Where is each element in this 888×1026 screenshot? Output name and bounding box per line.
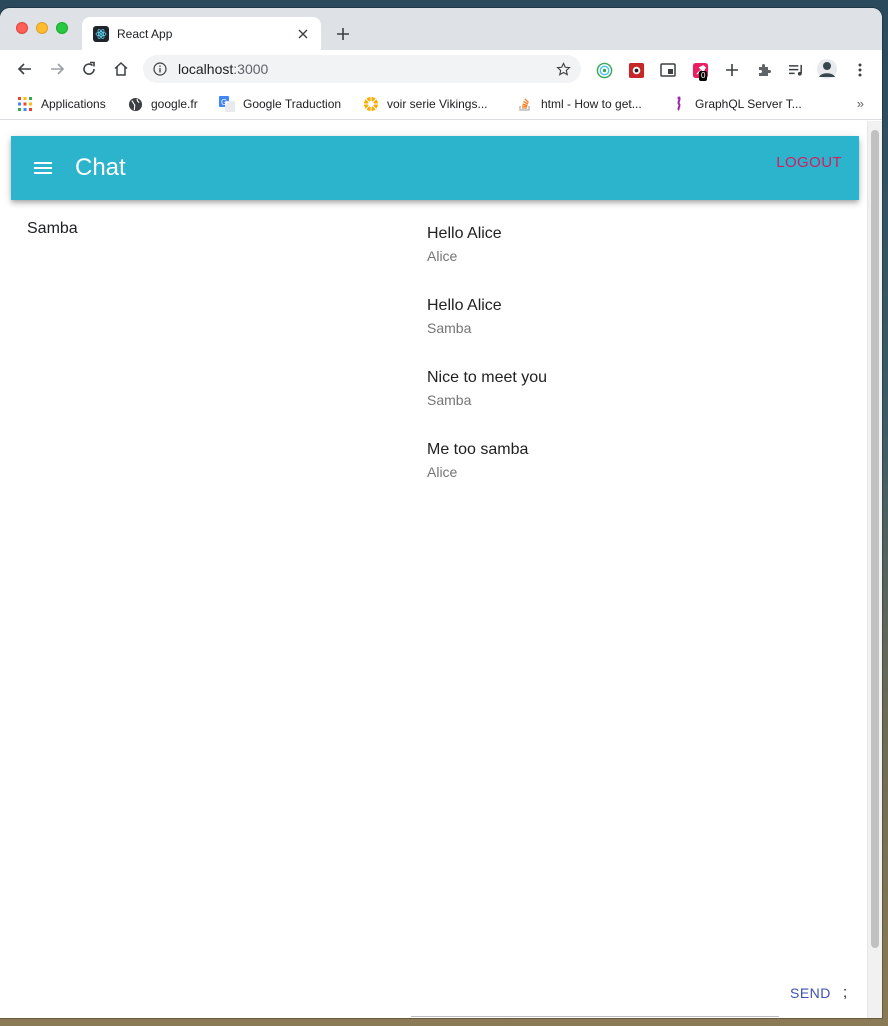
tab-title: React App [117, 26, 173, 41]
wheel-icon [363, 96, 379, 112]
forward-arrow-icon[interactable] [45, 57, 69, 81]
bookmark-label: Applications [41, 97, 106, 111]
home-icon[interactable] [109, 57, 133, 81]
bookmark-graphql[interactable]: GraphQL Server T... [671, 95, 802, 113]
user-list-item[interactable]: Samba [11, 200, 409, 246]
message-text: Hello Alice [427, 225, 502, 242]
info-icon[interactable] [152, 61, 168, 77]
bookmark-vikings[interactable]: voir serie Vikings... [363, 95, 487, 113]
message-author: Alice [427, 464, 458, 480]
message-list: Hello Alice Alice Hello Alice Samba Nice… [411, 216, 851, 504]
browser-tab[interactable]: React App [82, 17, 321, 50]
message-item: Hello Alice Alice [411, 216, 851, 288]
bookmark-star-icon[interactable] [555, 61, 571, 77]
page-scrollbar[interactable] [867, 121, 882, 1018]
stackoverflow-icon [517, 96, 533, 112]
bookmark-label: Google Traduction [243, 97, 342, 111]
new-tab-icon[interactable] [333, 24, 353, 44]
more-menu-icon[interactable] [851, 61, 869, 79]
bookmark-label: GraphQL Server T... [695, 97, 802, 111]
maximize-window-button[interactable] [56, 22, 68, 34]
scrollbar-thumb[interactable] [871, 130, 879, 948]
rocket-extension-icon[interactable]: 0 [691, 61, 709, 81]
bookmark-google[interactable]: google.fr [127, 95, 198, 113]
graphql-icon [671, 96, 687, 112]
app-title: Chat [75, 154, 126, 181]
trailing-text: ; [843, 984, 848, 1001]
bookmark-google-traduction[interactable]: G Google Traduction [219, 95, 341, 113]
media-queue-icon[interactable] [787, 61, 805, 79]
close-tab-icon[interactable] [295, 26, 311, 42]
message-text: Me too samba [427, 441, 529, 458]
url-port: :3000 [233, 61, 269, 77]
message-author: Alice [427, 248, 458, 264]
url-host: localhost [178, 61, 234, 77]
message-text: Nice to meet you [427, 369, 548, 386]
url-text: localhost:3000 [178, 61, 555, 77]
message-item: Hello Alice Samba [411, 288, 851, 360]
profile-avatar[interactable] [816, 58, 838, 80]
bookmark-label: html - How to get... [541, 97, 642, 111]
message-composer: SEND ; [411, 971, 851, 1017]
globe-icon [127, 96, 143, 112]
message-author: Samba [427, 392, 472, 408]
puzzle-extensions-icon[interactable] [755, 61, 773, 79]
bookmark-label: google.fr [151, 97, 198, 111]
svg-text:G: G [221, 98, 227, 107]
browser-window: React App localhost:3000 0 Applications … [0, 8, 882, 1018]
message-text: Hello Alice [427, 297, 502, 314]
address-bar[interactable]: localhost:3000 [143, 55, 581, 83]
message-input[interactable] [411, 971, 779, 1017]
target-extension-icon[interactable] [595, 61, 613, 79]
extension-badge: 0 [699, 71, 708, 81]
message-item: Me too samba Alice [411, 432, 851, 504]
bookmark-label: voir serie Vikings... [387, 97, 488, 111]
apps-grid-icon [17, 96, 33, 112]
bookmarks-bar: Applications google.fr G Google Traducti… [0, 88, 882, 120]
close-window-button[interactable] [16, 22, 28, 34]
bookmark-applications[interactable]: Applications [17, 95, 106, 113]
browser-toolbar: localhost:3000 0 [0, 50, 882, 88]
translate-icon: G [219, 96, 235, 112]
picture-in-picture-icon[interactable] [659, 61, 677, 79]
react-logo-icon [93, 25, 109, 42]
message-item: Nice to meet you Samba [411, 360, 851, 432]
plus-extension-icon[interactable] [723, 61, 741, 79]
logout-button[interactable]: LOGOUT [776, 154, 842, 171]
app-bar: Chat LOGOUT [11, 136, 859, 200]
bookmarks-overflow-button[interactable]: » [857, 96, 864, 111]
reload-icon[interactable] [77, 57, 101, 81]
minimize-window-button[interactable] [36, 22, 48, 34]
message-author: Samba [427, 320, 472, 336]
bookmark-stackoverflow[interactable]: html - How to get... [517, 95, 642, 113]
send-button[interactable]: SEND [790, 985, 831, 1001]
menu-icon[interactable] [31, 156, 55, 180]
game-extension-icon[interactable] [627, 61, 645, 79]
tab-strip: React App [0, 8, 882, 50]
back-arrow-icon[interactable] [13, 57, 37, 81]
page-viewport: Chat LOGOUT Samba Hello Alice Alice Hell… [0, 121, 882, 1018]
user-list: Samba [11, 200, 409, 246]
